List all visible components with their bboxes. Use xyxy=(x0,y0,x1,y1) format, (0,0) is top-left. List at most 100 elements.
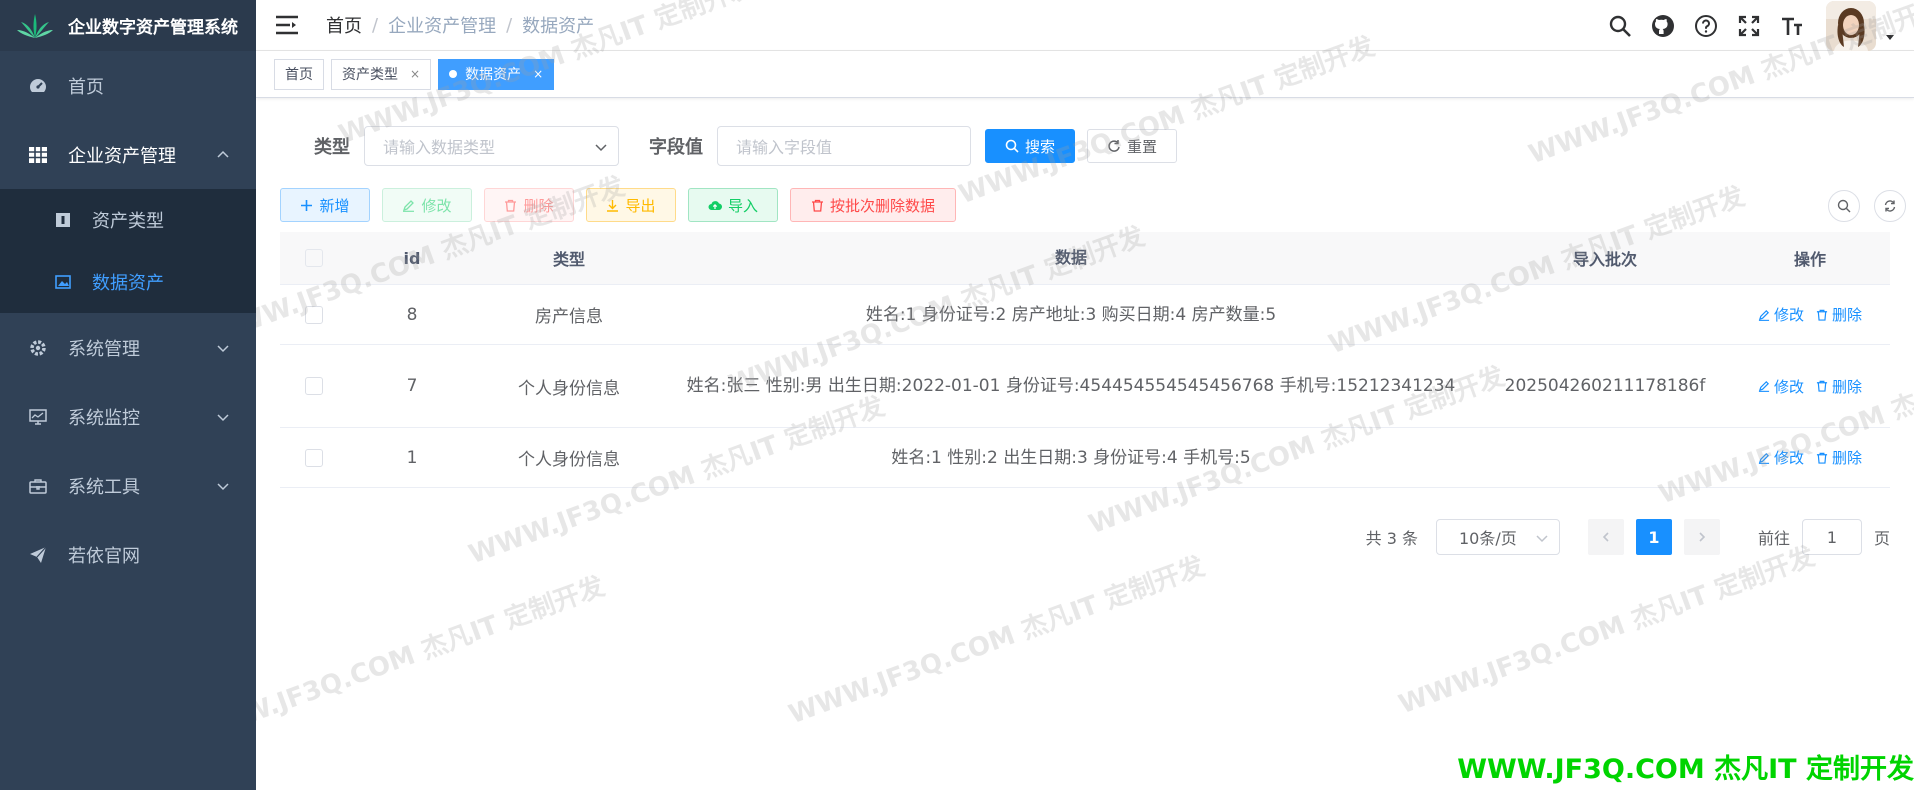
header-data: 数据 xyxy=(1054,248,1087,267)
chevron-down-icon xyxy=(1536,535,1548,543)
cell-operation: 修改 删除 xyxy=(1730,376,1890,397)
pagination: 共 3 条 10条/页 1 前往 1 页 xyxy=(1366,519,1890,555)
export-button-label: 导出 xyxy=(625,196,656,215)
search-icon[interactable] xyxy=(1607,13,1633,39)
field-placeholder: 请输入字段值 xyxy=(736,138,833,157)
add-button[interactable]: 新增 xyxy=(280,188,370,222)
goto-suffix: 页 xyxy=(1873,529,1890,548)
search-button[interactable]: 搜索 xyxy=(985,129,1075,163)
cell-id: 8 xyxy=(406,304,418,325)
tag-asset-type[interactable]: 资产类型 × xyxy=(331,58,432,90)
row-checkbox[interactable] xyxy=(305,305,323,324)
sidebar-item-label: 系统管理 xyxy=(68,338,140,360)
tag-label: 首页 xyxy=(285,67,313,83)
row-checkbox[interactable] xyxy=(305,448,323,467)
close-icon[interactable]: × xyxy=(533,67,543,81)
sidebar-item-tools[interactable]: 系统工具 xyxy=(0,451,256,520)
sidebar-item-data-asset[interactable]: 数据资产 xyxy=(0,251,256,313)
data-table: id 类型 数据 导入批次 操作 8 房产信息 姓名:1 身份证号:2 房产地址… xyxy=(280,232,1890,488)
breadcrumb-home[interactable]: 首页 xyxy=(326,12,362,38)
page-size-select[interactable]: 10条/页 xyxy=(1435,519,1560,555)
navbar-right xyxy=(1607,0,1896,51)
help-icon[interactable] xyxy=(1693,13,1719,39)
chevron-left-icon xyxy=(1602,532,1609,542)
sidebar-item-label: 首页 xyxy=(68,76,104,98)
cloud-upload-icon xyxy=(708,201,722,211)
batch-delete-button[interactable]: 按批次删除数据 xyxy=(790,188,956,222)
app-root: 企业数字资产管理系统 首页 企业资产管理 资产类型 数据资产 系统管理 系统监控… xyxy=(0,0,1914,790)
row-checkbox-cell xyxy=(280,377,348,395)
row-delete-link[interactable]: 删除 xyxy=(1816,376,1862,397)
batch-delete-button-label: 按批次删除数据 xyxy=(829,196,935,215)
search-icon xyxy=(1005,139,1019,153)
toolbar: 新增 修改 删除 导出 导入 按批次删除数据 xyxy=(280,188,968,222)
tag-home[interactable]: 首页 xyxy=(274,58,324,90)
prev-page-button[interactable] xyxy=(1587,519,1624,555)
navbar: 首页 / 企业资产管理 / 数据资产 xyxy=(256,0,1914,51)
next-page-button[interactable] xyxy=(1683,519,1720,555)
cell-type: 个人身份信息 xyxy=(518,378,620,399)
tag-data-asset[interactable]: 数据资产 × xyxy=(438,58,555,90)
row-checkbox[interactable] xyxy=(305,377,323,395)
header-operation: 操作 xyxy=(1793,250,1826,269)
sidebar-item-system[interactable]: 系统管理 xyxy=(0,313,256,382)
sidebar-item-home[interactable]: 首页 xyxy=(0,51,256,120)
import-button-label: 导入 xyxy=(727,196,758,215)
hamburger-icon[interactable] xyxy=(274,13,302,37)
cell-type: 房产信息 xyxy=(535,307,603,327)
row-edit-link[interactable]: 修改 xyxy=(1758,447,1804,468)
toggle-search-button[interactable] xyxy=(1828,190,1860,222)
row-edit-link[interactable]: 修改 xyxy=(1758,304,1804,325)
reset-button[interactable]: 重置 xyxy=(1087,129,1177,163)
cell-data: 姓名:1 性别:2 出生日期:3 身份证号:4 手机号:5 xyxy=(891,447,1251,468)
sidebar-item-label: 企业资产管理 xyxy=(68,145,176,167)
monitor-icon xyxy=(28,407,48,427)
row-checkbox-cell xyxy=(280,305,348,324)
sidebar-item-label: 数据资产 xyxy=(92,273,164,294)
sidebar-item-asset-type[interactable]: 资产类型 xyxy=(0,189,256,251)
row-delete-link[interactable]: 删除 xyxy=(1816,447,1862,468)
row-edit-label: 修改 xyxy=(1773,449,1804,467)
sidebar-item-asset-management[interactable]: 企业资产管理 xyxy=(0,120,256,189)
edit-icon xyxy=(1758,380,1770,392)
page-number-button[interactable]: 1 xyxy=(1635,519,1672,555)
select-all-checkbox[interactable] xyxy=(305,249,323,267)
edit-button[interactable]: 修改 xyxy=(382,188,472,222)
breadcrumb-separator: / xyxy=(506,14,513,36)
delete-button[interactable]: 删除 xyxy=(484,188,574,222)
cell-type: 个人身份信息 xyxy=(518,450,620,470)
sidebar: 企业数字资产管理系统 首页 企业资产管理 资产类型 数据资产 系统管理 系统监控… xyxy=(0,0,256,790)
header-batch: 导入批次 xyxy=(1572,250,1637,269)
trash-icon xyxy=(1816,380,1828,392)
header-checkbox-cell xyxy=(280,249,348,267)
edit-icon xyxy=(403,199,415,212)
font-size-icon[interactable] xyxy=(1779,13,1805,39)
export-button[interactable]: 导出 xyxy=(586,188,676,222)
refresh-button[interactable] xyxy=(1874,190,1906,222)
edit-button-label: 修改 xyxy=(421,196,452,215)
logo[interactable]: 企业数字资产管理系统 xyxy=(0,0,256,51)
submenu-asset: 资产类型 数据资产 xyxy=(0,189,256,313)
field-input[interactable]: 请输入字段值 xyxy=(717,126,971,166)
avatar[interactable] xyxy=(1826,0,1876,51)
sidebar-item-monitor[interactable]: 系统监控 xyxy=(0,382,256,451)
reset-button-label: 重置 xyxy=(1126,137,1157,156)
goto-page-input[interactable]: 1 xyxy=(1801,519,1862,555)
row-delete-link[interactable]: 删除 xyxy=(1816,304,1862,325)
chevron-up-icon xyxy=(217,150,229,158)
sidebar-item-label: 资产类型 xyxy=(92,211,164,232)
plus-icon xyxy=(301,199,313,211)
chevron-down-icon xyxy=(217,344,229,352)
table-row: 1 个人身份信息 姓名:1 性别:2 出生日期:3 身份证号:4 手机号:5 修… xyxy=(280,428,1890,488)
breadcrumb-asset-management: 企业资产管理 xyxy=(388,16,497,37)
close-icon[interactable]: × xyxy=(410,67,420,81)
caret-down-icon[interactable] xyxy=(1884,31,1896,43)
chevron-down-icon xyxy=(217,482,229,490)
page-size-value: 10条/页 xyxy=(1458,529,1517,548)
import-button[interactable]: 导入 xyxy=(688,188,778,222)
type-select[interactable]: 请输入数据类型 xyxy=(364,126,619,166)
row-edit-link[interactable]: 修改 xyxy=(1758,376,1804,397)
sidebar-item-ruoyi[interactable]: 若依官网 xyxy=(0,520,256,589)
github-icon[interactable] xyxy=(1650,13,1676,39)
fullscreen-icon[interactable] xyxy=(1736,13,1762,39)
